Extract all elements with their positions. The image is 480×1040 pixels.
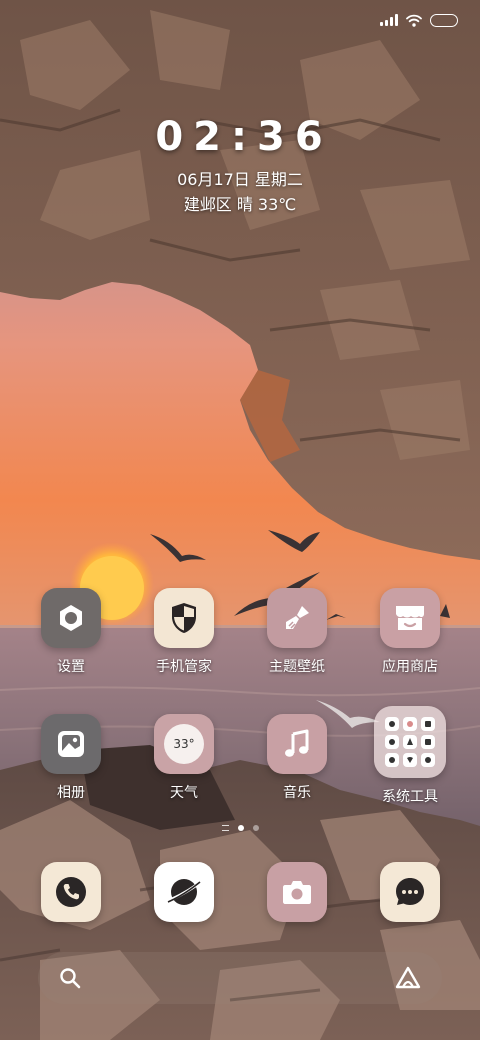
clock-widget[interactable]: 02:36 06月17日 星期二 建邺区 晴 33℃ (0, 112, 480, 215)
app-drawer-indicator (221, 825, 229, 831)
phone-icon (41, 862, 101, 922)
app-security[interactable]: 手机管家 (129, 588, 239, 676)
shield-icon (154, 588, 214, 648)
page-dot-active (237, 825, 244, 831)
page-dot (252, 825, 259, 831)
app-store[interactable]: 应用商店 (355, 588, 465, 676)
assistant-icon[interactable] (394, 965, 422, 991)
app-label: 相册 (57, 785, 85, 801)
page-indicator[interactable] (0, 825, 480, 831)
camera-icon (267, 862, 327, 922)
search-bar[interactable] (38, 952, 442, 1004)
signal-icon (380, 14, 398, 26)
folder-system-tools[interactable]: 系统工具 (355, 706, 465, 806)
paintbrush-icon (267, 588, 327, 648)
music-note-icon (267, 714, 327, 774)
dock-messages[interactable] (355, 862, 465, 922)
gear-icon (41, 588, 101, 648)
status-bar (380, 10, 458, 30)
app-weather[interactable]: 33° 天气 (129, 714, 239, 802)
wifi-icon (406, 14, 422, 27)
dock-camera[interactable] (242, 862, 352, 922)
app-label: 手机管家 (156, 659, 212, 675)
gallery-icon (41, 714, 101, 774)
browser-icon (154, 862, 214, 922)
dock-browser[interactable] (129, 862, 239, 922)
clock-weather: 建邺区 晴 33℃ (183, 195, 297, 214)
app-label: 应用商店 (382, 659, 438, 675)
messages-icon (380, 862, 440, 922)
weather-badge: 33° (164, 724, 204, 764)
app-label: 设置 (57, 659, 85, 675)
battery-icon (430, 13, 458, 27)
weather-icon: 33° (154, 714, 214, 774)
app-label: 音乐 (283, 785, 311, 801)
app-themes[interactable]: 主题壁纸 (242, 588, 352, 676)
store-icon (380, 588, 440, 648)
clock-date: 06月17日 星期二 (177, 170, 303, 189)
clock-time: 02:36 (155, 114, 333, 160)
dock-phone[interactable] (16, 862, 126, 922)
app-gallery[interactable]: 相册 (16, 714, 126, 802)
app-label: 主题壁纸 (269, 659, 325, 675)
app-label: 天气 (170, 785, 198, 801)
app-label: 系统工具 (382, 789, 438, 805)
app-settings[interactable]: 设置 (16, 588, 126, 676)
search-icon[interactable] (59, 967, 81, 989)
app-music[interactable]: 音乐 (242, 714, 352, 802)
folder-icon (374, 706, 446, 778)
